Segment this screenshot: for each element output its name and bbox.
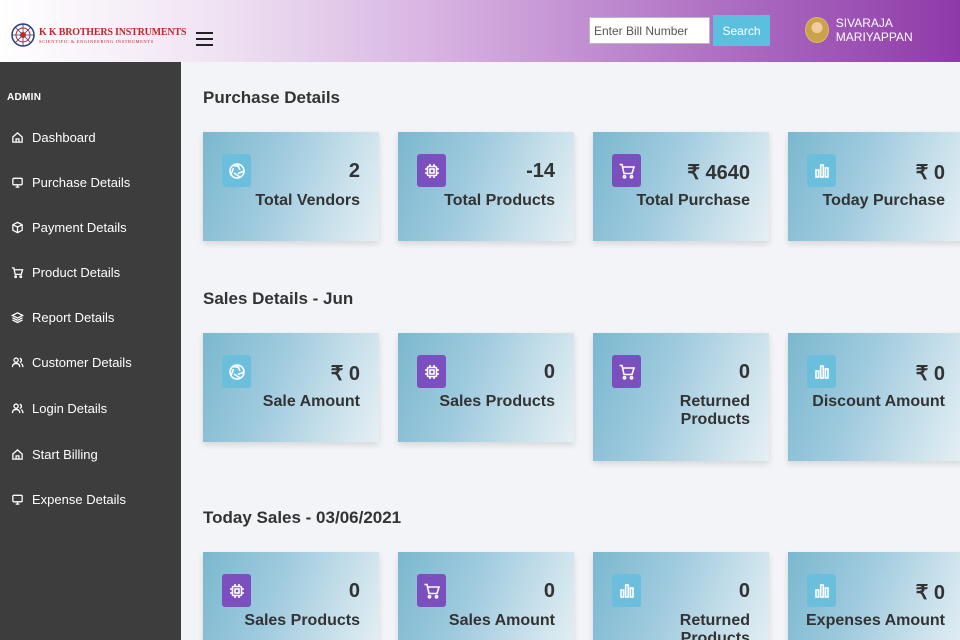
card-value: -14 xyxy=(526,160,555,182)
sidebar-item-expense-details[interactable]: Expense Details xyxy=(10,492,126,507)
card-value: 0 xyxy=(543,580,555,602)
bar-chart-icon xyxy=(807,355,836,388)
card-label: Total Vendors xyxy=(255,192,360,209)
sidebar: ADMIN Dashboard Purchase Details Payment… xyxy=(0,62,181,640)
cart-icon xyxy=(417,574,446,607)
card-total-products[interactable]: -14 Total Products xyxy=(398,132,574,241)
section-title-sales: Sales Details - Jun xyxy=(203,289,354,308)
card-label: Returned Products xyxy=(679,612,750,640)
user-profile[interactable]: SIVARAJA MARIYAPPAN xyxy=(805,16,960,44)
sidebar-item-label: Product Details xyxy=(32,265,121,280)
card-value: ₹ 0 xyxy=(915,162,945,184)
card-today-sales-products[interactable]: 0 Sales Products xyxy=(203,552,379,640)
sidebar-item-report-details[interactable]: Report Details xyxy=(10,310,114,325)
card-value: ₹ 0 xyxy=(330,363,360,385)
sidebar-item-label: Report Details xyxy=(32,310,115,325)
card-today-sales-amount[interactable]: 0 Sales Amount xyxy=(398,552,574,640)
search-button[interactable]: Search xyxy=(713,15,770,46)
monitor-icon xyxy=(10,493,24,507)
card-label: Total Purchase xyxy=(636,192,750,209)
card-value: ₹ 0 xyxy=(915,582,945,604)
card-returned-products[interactable]: 0 Returned Products xyxy=(593,333,769,461)
sidebar-item-purchase-details[interactable]: Purchase Details xyxy=(10,175,130,190)
section-title-today-sales: Today Sales - 03/06/2021 xyxy=(203,508,402,527)
card-label: Discount Amount xyxy=(812,393,945,410)
card-today-purchase[interactable]: ₹ 0 Today Purchase xyxy=(788,132,960,241)
card-today-returned-products[interactable]: 0 Returned Products xyxy=(593,552,769,640)
chip-icon xyxy=(417,355,446,388)
sidebar-item-label: Purchase Details xyxy=(32,175,131,190)
top-header: K K BROTHERS INSTRUMENTS SCIENTIFIC & EN… xyxy=(0,0,960,62)
sidebar-item-start-billing[interactable]: Start Billing xyxy=(10,447,98,462)
company-logo[interactable]: K K BROTHERS INSTRUMENTS SCIENTIFIC & EN… xyxy=(10,22,186,48)
card-label: Returned Products xyxy=(679,393,750,428)
logo-subtitle: SCIENTIFIC & ENGINEERING INSTRUMENTS xyxy=(39,38,154,44)
sidebar-item-label: Payment Details xyxy=(32,220,127,235)
logo-emblem-icon xyxy=(11,23,35,47)
cart-icon xyxy=(10,266,24,280)
sidebar-item-payment-details[interactable]: Payment Details xyxy=(10,220,127,235)
card-value: 0 xyxy=(348,580,360,602)
section-title-purchase: Purchase Details xyxy=(203,88,341,107)
sidebar-item-dashboard[interactable]: Dashboard xyxy=(10,130,96,145)
card-total-vendors[interactable]: 2 Total Vendors xyxy=(203,132,379,241)
sidebar-item-login-details[interactable]: Login Details xyxy=(10,401,107,416)
sidebar-item-label: Login Details xyxy=(32,401,108,416)
aperture-icon xyxy=(222,355,251,388)
bar-chart-icon xyxy=(612,574,641,607)
card-sales-products[interactable]: 0 Sales Products xyxy=(398,333,574,442)
card-value: 2 xyxy=(348,160,360,182)
bar-chart-icon xyxy=(807,154,836,187)
card-total-purchase[interactable]: ₹ 4640 Total Purchase xyxy=(593,132,769,241)
users-icon xyxy=(10,356,24,370)
cart-icon xyxy=(612,154,641,187)
card-label: Sale Amount xyxy=(262,393,360,410)
card-today-expenses-amount[interactable]: ₹ 0 Expenses Amount xyxy=(788,552,960,640)
card-value: ₹ 4640 xyxy=(687,162,750,184)
monitor-icon xyxy=(10,176,24,190)
card-value: 0 xyxy=(543,361,555,383)
card-sale-amount[interactable]: ₹ 0 Sale Amount xyxy=(203,333,379,442)
card-label: Sales Amount xyxy=(448,612,555,629)
home-icon xyxy=(10,131,24,145)
chip-icon xyxy=(417,154,446,187)
bar-chart-icon xyxy=(807,574,836,607)
aperture-icon xyxy=(222,154,251,187)
menu-toggle-icon[interactable] xyxy=(196,32,213,46)
home-icon xyxy=(10,448,24,462)
sidebar-item-label: Start Billing xyxy=(32,447,98,462)
card-label: Sales Products xyxy=(439,393,555,410)
card-value: 0 xyxy=(738,361,750,383)
bill-number-search-input[interactable] xyxy=(589,17,710,44)
card-label: Today Purchase xyxy=(822,192,945,209)
cart-icon xyxy=(612,355,641,388)
sidebar-heading: ADMIN xyxy=(7,92,42,103)
card-label: Sales Products xyxy=(244,612,360,629)
card-label: Expenses Amount xyxy=(806,612,945,629)
logo-title: K K BROTHERS INSTRUMENTS xyxy=(39,26,187,38)
user-name: SIVARAJA MARIYAPPAN xyxy=(835,16,913,44)
sidebar-item-product-details[interactable]: Product Details xyxy=(10,265,120,280)
users-icon xyxy=(10,402,24,416)
card-label: Total Products xyxy=(444,192,555,209)
layers-icon xyxy=(10,311,24,325)
card-discount-amount[interactable]: ₹ 0 Discount Amount xyxy=(788,333,960,461)
sidebar-item-customer-details[interactable]: Customer Details xyxy=(10,355,132,370)
sidebar-item-label: Dashboard xyxy=(32,130,96,145)
card-value: ₹ 0 xyxy=(915,363,945,385)
avatar[interactable] xyxy=(805,17,829,43)
card-value: 0 xyxy=(738,580,750,602)
chip-icon xyxy=(222,574,251,607)
sidebar-item-label: Expense Details xyxy=(32,492,126,507)
box-icon xyxy=(10,221,24,235)
sidebar-item-label: Customer Details xyxy=(32,355,132,370)
